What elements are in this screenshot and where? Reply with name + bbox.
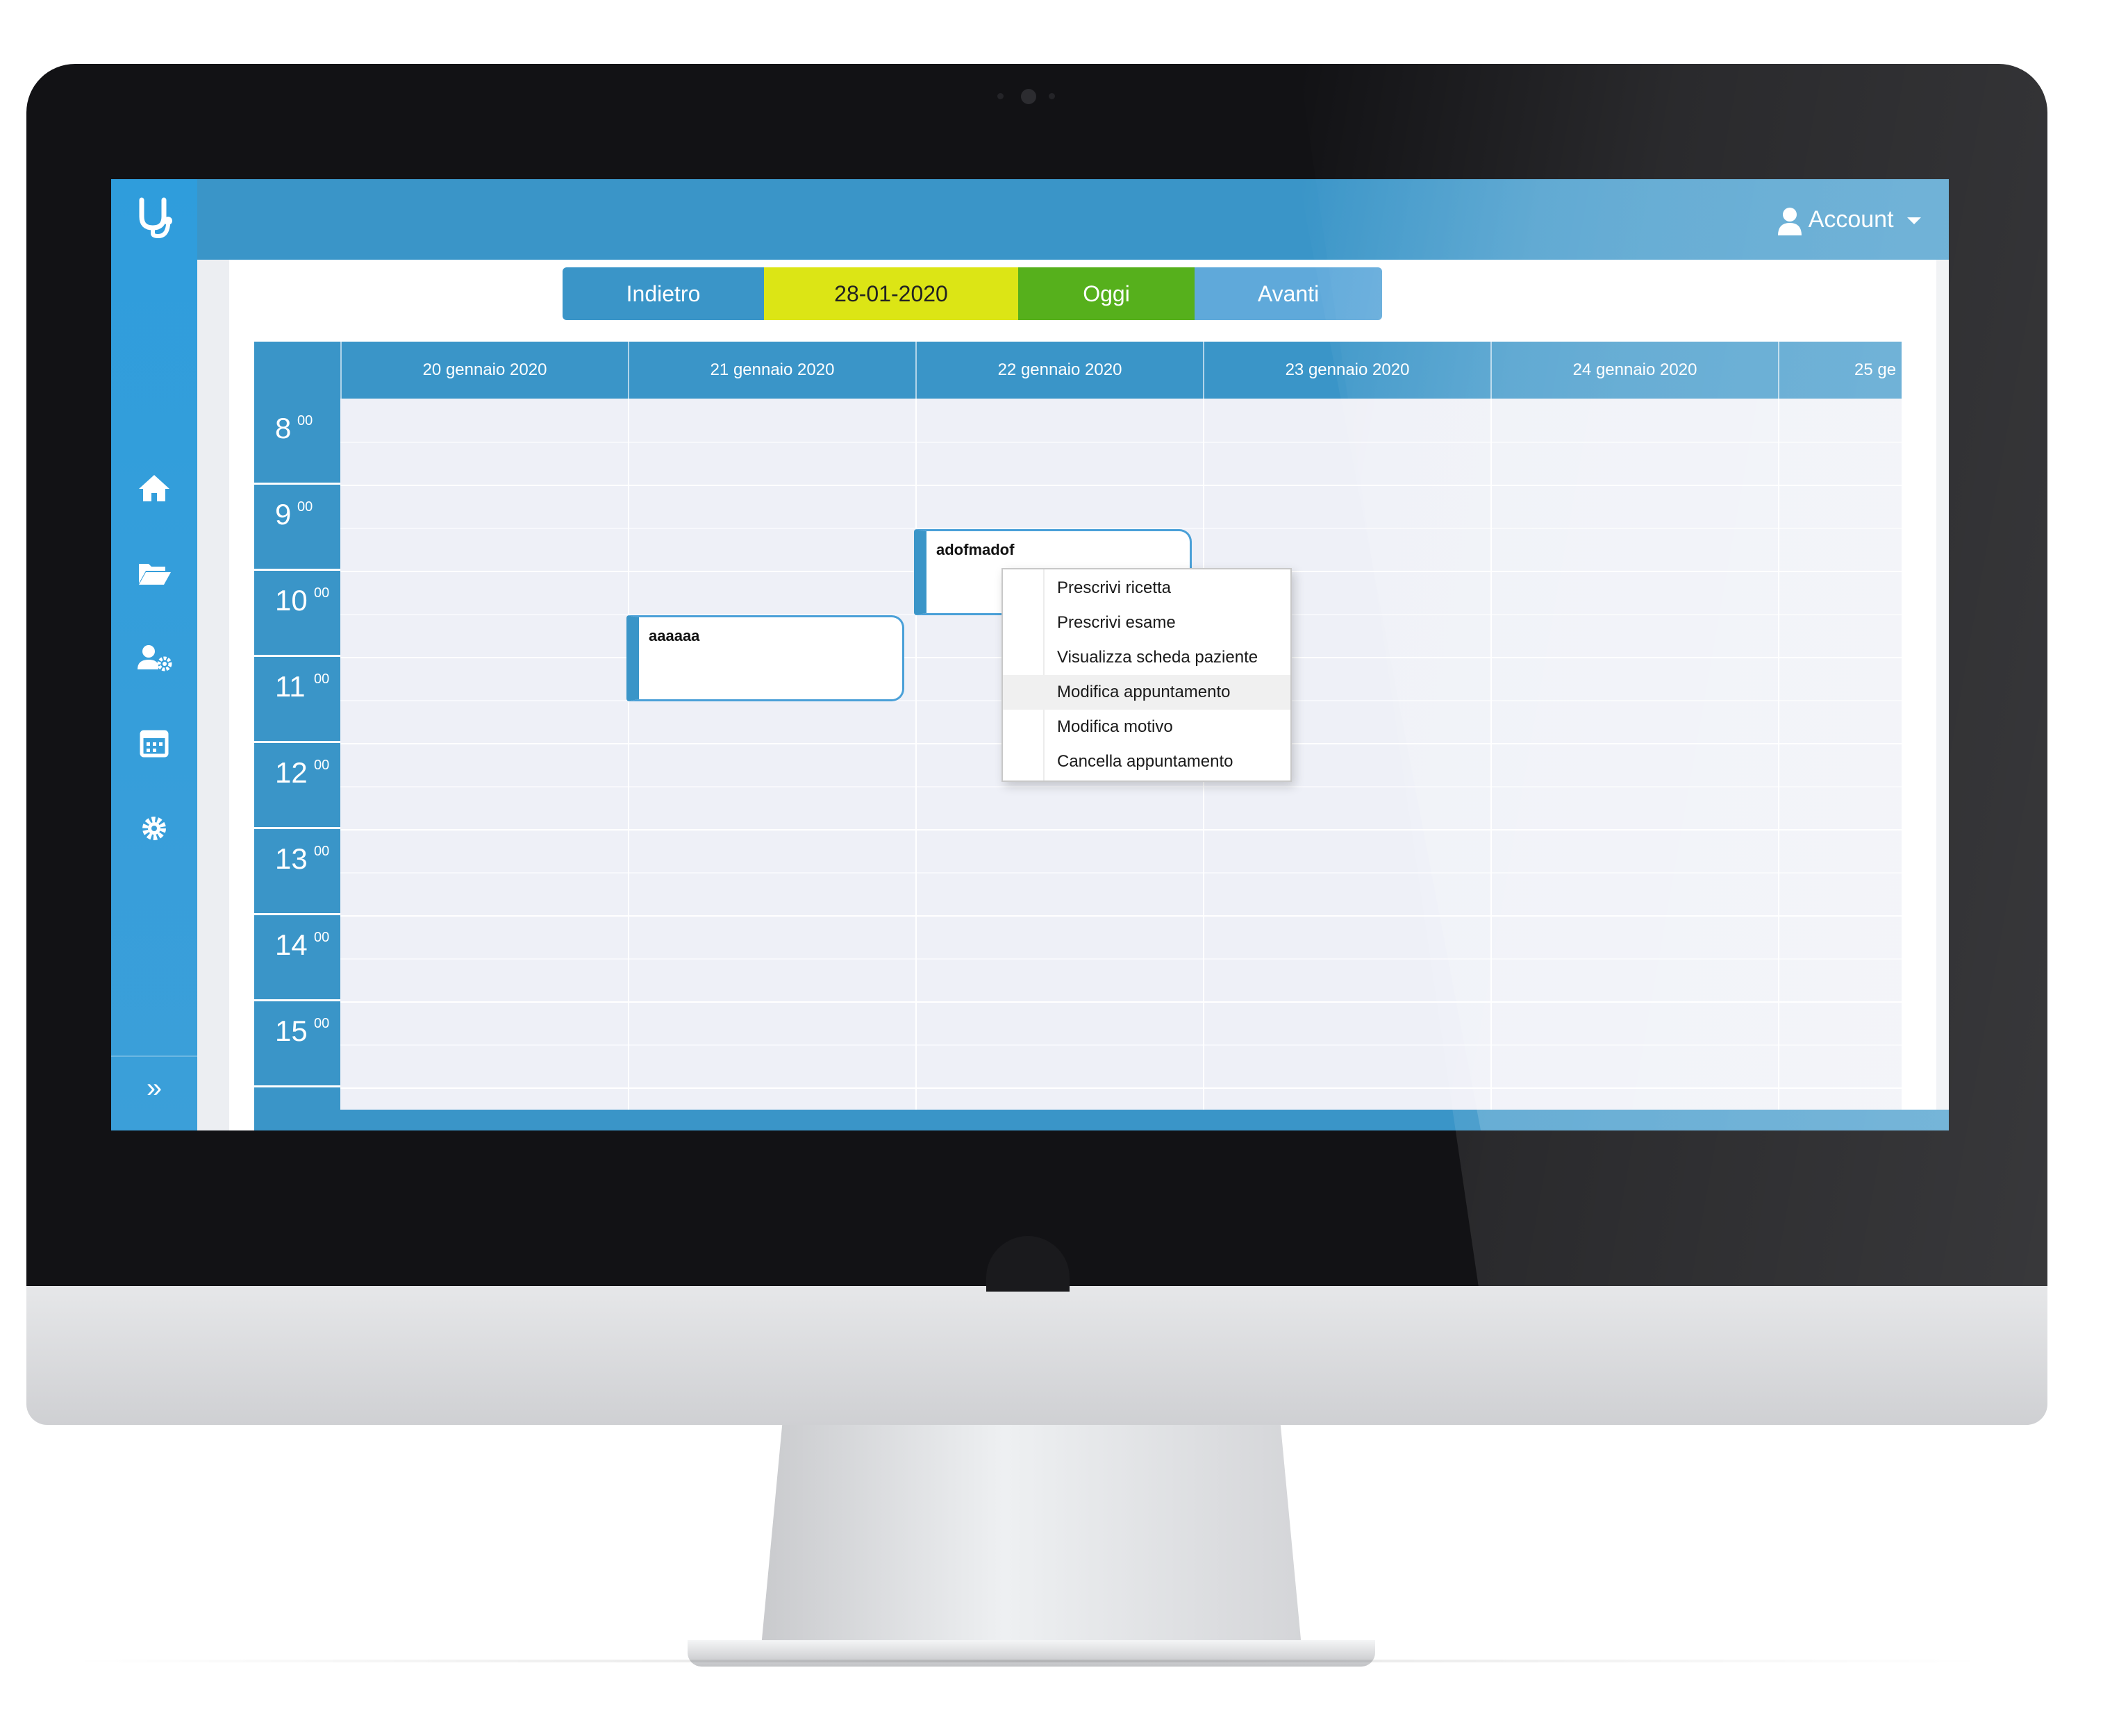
camera — [1021, 89, 1036, 104]
menu-item-cancella-appuntamento[interactable]: Cancella appuntamento — [1003, 744, 1290, 779]
grid-line — [915, 399, 917, 1130]
grid-line — [628, 399, 629, 1130]
user-settings-icon[interactable] — [133, 640, 175, 675]
day-header: 22 gennaio 2020 — [915, 342, 1203, 399]
menu-item-prescrivi-ricetta[interactable]: Prescrivi ricetta — [1003, 571, 1290, 606]
caret-down-icon — [1907, 217, 1921, 225]
folder-open-icon[interactable] — [133, 556, 175, 590]
hour-label: 13 00 — [254, 829, 340, 915]
menu-item-modifica-appuntamento[interactable]: Modifica appuntamento — [1003, 675, 1290, 710]
gear-icon[interactable] — [133, 811, 175, 846]
grid-line — [340, 442, 1902, 443]
day-header: 23 gennaio 2020 — [1203, 342, 1490, 399]
current-date-button[interactable]: 28-01-2020 — [764, 267, 1018, 320]
account-label: Account — [1808, 206, 1894, 233]
appointment-context-menu: Prescrivi ricetta Prescrivi esame Visual… — [1001, 568, 1292, 782]
hour-label: 14 00 — [254, 915, 340, 1001]
day-header: 24 gennaio 2020 — [1490, 342, 1778, 399]
monitor-chin — [26, 1286, 2047, 1425]
grid-line — [340, 872, 1902, 874]
grid-line — [340, 958, 1902, 960]
today-button[interactable]: Oggi — [1018, 267, 1195, 320]
menu-item-visualizza-scheda[interactable]: Visualizza scheda paziente — [1003, 640, 1290, 675]
back-button[interactable]: Indietro — [563, 267, 764, 320]
hour-label: 11 00 — [254, 657, 340, 743]
grid-line — [1778, 399, 1779, 1130]
bottom-scrollbar[interactable] — [254, 1110, 1949, 1130]
grid-line — [340, 786, 1902, 787]
appointment-title: adofmadof — [936, 541, 1015, 558]
monitor-stand — [760, 1425, 1302, 1654]
app-screen: » Account Indietro 28-01-2020 Oggi Avant… — [111, 179, 1949, 1130]
day-header: 25 ge — [1778, 342, 1902, 399]
hour-label: 15 00 — [254, 1001, 340, 1087]
grid-line — [340, 485, 1902, 486]
calendar-icon[interactable] — [133, 725, 175, 760]
hour-label: 12 00 — [254, 743, 340, 829]
appointment[interactable]: aaaaaa — [626, 615, 904, 701]
day-header: 20 gennaio 2020 — [340, 342, 628, 399]
camera-sensor-left — [997, 93, 1004, 99]
camera-sensor-right — [1049, 93, 1055, 99]
grid-line — [340, 1087, 1902, 1089]
menu-item-modifica-motivo[interactable]: Modifica motivo — [1003, 710, 1290, 744]
grid-line — [340, 1001, 1902, 1003]
home-icon[interactable] — [133, 471, 175, 506]
date-navigation: Indietro 28-01-2020 Oggi Avanti — [563, 267, 1382, 320]
monitor-base — [688, 1640, 1375, 1667]
grid-line — [1490, 399, 1492, 1130]
top-bar: Account — [197, 179, 1949, 260]
user-icon — [1777, 208, 1802, 236]
hours-column: 8 00 9 00 10 00 11 00 12 00 13 00 14 00 15 00 — [254, 399, 340, 1130]
grid-line — [340, 915, 1902, 917]
day-header: 21 gennaio 2020 — [628, 342, 915, 399]
calendar-header: 20 gennaio 2020 21 gennaio 2020 22 genna… — [254, 342, 1902, 399]
hour-label: 10 00 — [254, 571, 340, 657]
hour-label: 8 00 — [254, 399, 340, 485]
expand-sidebar-button[interactable]: » — [111, 1055, 197, 1130]
floor-shadow — [69, 1660, 1986, 1662]
sidebar: » — [111, 179, 197, 1130]
menu-item-prescrivi-esame[interactable]: Prescrivi esame — [1003, 606, 1290, 640]
next-button[interactable]: Avanti — [1195, 267, 1382, 320]
hour-label: 9 00 — [254, 485, 340, 571]
account-menu[interactable]: Account — [1777, 200, 1928, 239]
stethoscope-logo-icon[interactable] — [135, 196, 175, 239]
grid-line — [340, 829, 1902, 831]
appointment-title: aaaaaa — [649, 627, 700, 644]
grid-line — [340, 1044, 1902, 1046]
